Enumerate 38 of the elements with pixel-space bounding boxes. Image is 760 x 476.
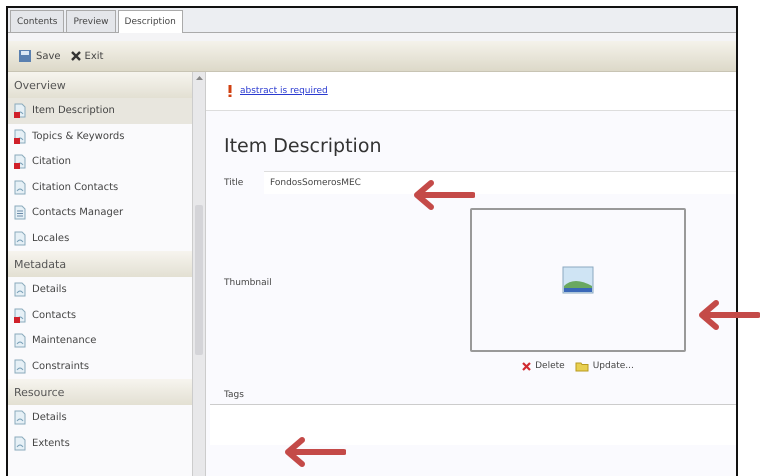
annotation-arrow bbox=[413, 180, 475, 210]
field-label: Thumbnail bbox=[224, 278, 273, 288]
folder-icon bbox=[574, 360, 589, 372]
sidebar-item[interactable]: Citation Contacts bbox=[8, 174, 192, 200]
annotation-arrow bbox=[698, 300, 760, 330]
page-heading: Item Description bbox=[224, 135, 383, 157]
exit-button[interactable]: Exit bbox=[70, 50, 104, 62]
tab[interactable]: Preview bbox=[66, 10, 116, 32]
section-header: Metadata bbox=[8, 251, 192, 277]
tags-field[interactable] bbox=[210, 404, 736, 445]
sidebar-item[interactable]: Constraints bbox=[8, 354, 192, 379]
image-icon bbox=[562, 266, 594, 294]
sidebar-item[interactable]: Maintenance bbox=[8, 328, 192, 354]
scroll-up-icon bbox=[196, 76, 202, 80]
close-icon bbox=[70, 51, 81, 61]
section-header: Overview bbox=[8, 72, 192, 98]
sidebar-item[interactable]: Topics & Keywords bbox=[8, 124, 192, 149]
tab[interactable]: Description bbox=[118, 10, 183, 33]
warning-icon bbox=[228, 85, 232, 97]
field-label: Tags bbox=[224, 390, 245, 400]
error-link[interactable]: abstract is required bbox=[240, 86, 328, 96]
sidebar-item[interactable]: Item Description bbox=[8, 98, 192, 124]
title-field[interactable]: FondosSomerosMEC bbox=[264, 171, 736, 194]
close-icon bbox=[522, 362, 532, 370]
field-label: Title bbox=[224, 178, 244, 188]
annotation-arrow bbox=[284, 437, 346, 467]
tab[interactable]: Contents bbox=[10, 10, 64, 32]
sidebar-item[interactable]: Details bbox=[8, 277, 192, 302]
section-header: Resource bbox=[8, 379, 192, 405]
save-button[interactable]: Save bbox=[18, 49, 61, 63]
sidebar-item[interactable]: Contacts Manager bbox=[8, 200, 192, 226]
sidebar-item[interactable]: Details bbox=[8, 405, 192, 430]
sidebar-item[interactable]: Contacts bbox=[8, 302, 192, 328]
sidebar-item[interactable]: Citation bbox=[8, 149, 192, 174]
delete-button[interactable]: Delete bbox=[522, 360, 565, 372]
sidebar-item[interactable]: Extents bbox=[8, 430, 192, 456]
sidebar-item[interactable]: Locales bbox=[8, 226, 192, 251]
update-button[interactable]: Update... bbox=[574, 360, 634, 372]
